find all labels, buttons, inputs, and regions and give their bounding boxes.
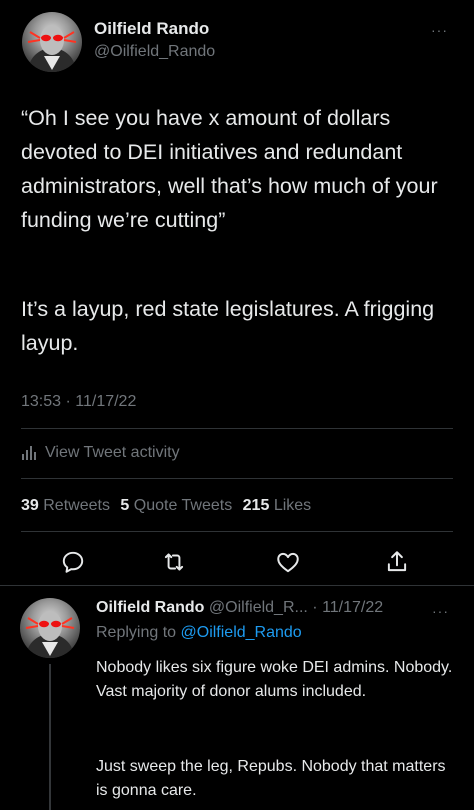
reply-author-avatar[interactable] bbox=[20, 598, 80, 658]
like-button[interactable] bbox=[275, 549, 301, 575]
analytics-icon bbox=[22, 446, 36, 460]
quotes-count: 5 bbox=[120, 497, 130, 514]
reply-icon bbox=[62, 551, 84, 573]
tweet-stats: 39 Retweets 5 Quote Tweets 215 Likes bbox=[21, 497, 311, 515]
likes-stat[interactable]: 215 Likes bbox=[243, 497, 312, 514]
share-icon bbox=[387, 551, 407, 572]
reply-author-name[interactable]: Oilfield Rando bbox=[96, 599, 204, 616]
divider bbox=[21, 531, 453, 532]
reply-more-options-icon[interactable]: ··· bbox=[432, 603, 449, 619]
tweet-timestamp[interactable]: 13:53 · 11/17/22 bbox=[21, 393, 136, 411]
tweet-text-paragraph: “Oh I see you have x amount of dollars d… bbox=[21, 106, 438, 232]
like-icon bbox=[277, 552, 299, 573]
retweets-label: Retweets bbox=[43, 497, 110, 514]
view-tweet-activity-label: View Tweet activity bbox=[45, 444, 180, 461]
avatar-image bbox=[25, 611, 75, 658]
avatar-image bbox=[27, 25, 77, 72]
likes-count: 215 bbox=[242, 497, 270, 514]
divider bbox=[21, 478, 453, 479]
author-handle[interactable]: @Oilfield_Rando bbox=[94, 43, 215, 61]
reply-button[interactable] bbox=[60, 549, 86, 575]
retweets-stat[interactable]: 39 Retweets bbox=[21, 497, 114, 514]
replying-to-prefix: Replying to bbox=[96, 624, 177, 641]
replying-to-handle-link[interactable]: @Oilfield_Rando bbox=[181, 624, 302, 641]
reply-text-paragraph: Just sweep the leg, Repubs. Nobody that … bbox=[96, 758, 446, 799]
thread-connector-line bbox=[49, 664, 51, 810]
share-button[interactable] bbox=[384, 549, 410, 575]
reply-text-paragraph: Nobody likes six figure woke DEI admins.… bbox=[96, 659, 453, 700]
divider bbox=[21, 428, 453, 429]
tweet-text-paragraph: It’s a layup, red state legislatures. A … bbox=[21, 297, 435, 355]
more-options-icon[interactable]: ··· bbox=[431, 22, 448, 38]
author-name[interactable]: Oilfield Rando bbox=[94, 19, 209, 39]
retweet-icon bbox=[164, 553, 184, 571]
replying-to: Replying to @Oilfield_Rando bbox=[96, 624, 302, 642]
reply-header: Oilfield Rando @Oilfield_R... · 11/17/22 bbox=[96, 599, 383, 617]
retweet-button[interactable] bbox=[161, 549, 187, 575]
quotes-label: Quote Tweets bbox=[133, 497, 233, 514]
author-avatar[interactable] bbox=[22, 12, 82, 72]
quotes-stat[interactable]: 5 Quote Tweets bbox=[120, 497, 236, 514]
reply-date[interactable]: · 11/17/22 bbox=[312, 599, 383, 616]
retweets-count: 39 bbox=[21, 497, 39, 514]
likes-label: Likes bbox=[273, 497, 312, 514]
reply-author-handle[interactable]: @Oilfield_R... bbox=[209, 599, 308, 616]
divider bbox=[0, 585, 474, 586]
view-tweet-activity[interactable]: View Tweet activity bbox=[21, 442, 180, 464]
